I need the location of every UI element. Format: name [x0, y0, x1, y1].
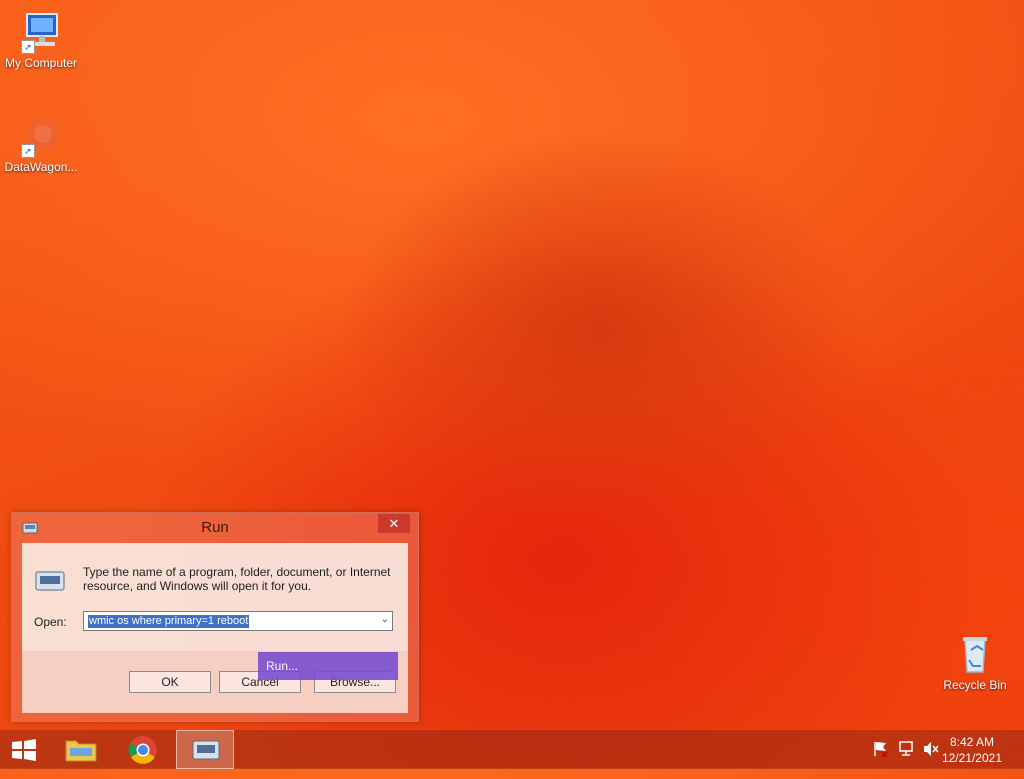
open-input-value[interactable]: wmic os where primary=1 reboot [88, 615, 250, 628]
clock-date: 12/21/2021 [941, 751, 1002, 765]
run-tooltip: Run... [258, 652, 398, 680]
run-program-icon [34, 569, 66, 593]
action-center-flag-icon[interactable] [873, 740, 889, 779]
shortcut-arrow-icon: ➚ [21, 40, 35, 54]
network-icon[interactable] [898, 740, 916, 779]
datawagon-app-icon: ➚ [19, 114, 63, 158]
chrome-icon [128, 735, 158, 770]
dialog-title: Run [201, 519, 229, 536]
taskbar-clock[interactable]: 8:42 AM 12/21/2021 [942, 734, 1002, 766]
dialog-description: Type the name of a program, folder, docu… [83, 565, 391, 593]
chevron-down-icon[interactable]: ⌄ [381, 614, 389, 625]
clock-time: 8:42 AM [949, 735, 994, 749]
run-app-icon [191, 739, 221, 766]
dialog-title-bar[interactable]: Run ✕ [12, 513, 418, 541]
recycle-bin-icon [953, 632, 997, 676]
taskbar: 8:42 AM 12/21/2021 [0, 729, 1024, 769]
ok-button[interactable]: OK [129, 671, 211, 693]
open-label: Open: [34, 615, 67, 629]
start-button[interactable] [0, 730, 48, 769]
desktop-icon-my-computer[interactable]: ➚ My Computer [0, 10, 82, 70]
desktop-icon-label: My Computer [4, 56, 78, 70]
open-combobox[interactable]: wmic os where primary=1 reboot ⌄ [83, 611, 393, 631]
file-explorer-icon [64, 735, 98, 768]
run-dialog: Run ✕ Type the name of a program, folder… [11, 512, 419, 722]
computer-icon: ➚ [19, 10, 63, 54]
dialog-body: Type the name of a program, folder, docu… [22, 543, 408, 713]
shortcut-arrow-icon: ➚ [21, 144, 35, 158]
volume-muted-icon[interactable] [922, 740, 940, 779]
taskbar-chrome[interactable] [116, 730, 172, 769]
taskbar-run[interactable] [176, 730, 234, 769]
desktop-icon-datawagon[interactable]: ➚ DataWagon... [0, 114, 82, 174]
taskbar-file-explorer[interactable] [56, 730, 112, 769]
desktop-icon-label: DataWagon... [4, 160, 78, 174]
desktop-icon-label: Recycle Bin [943, 678, 1007, 692]
close-button[interactable]: ✕ [378, 514, 410, 533]
start-icon [10, 738, 38, 767]
desktop-icon-recycle-bin[interactable]: Recycle Bin [934, 632, 1016, 692]
